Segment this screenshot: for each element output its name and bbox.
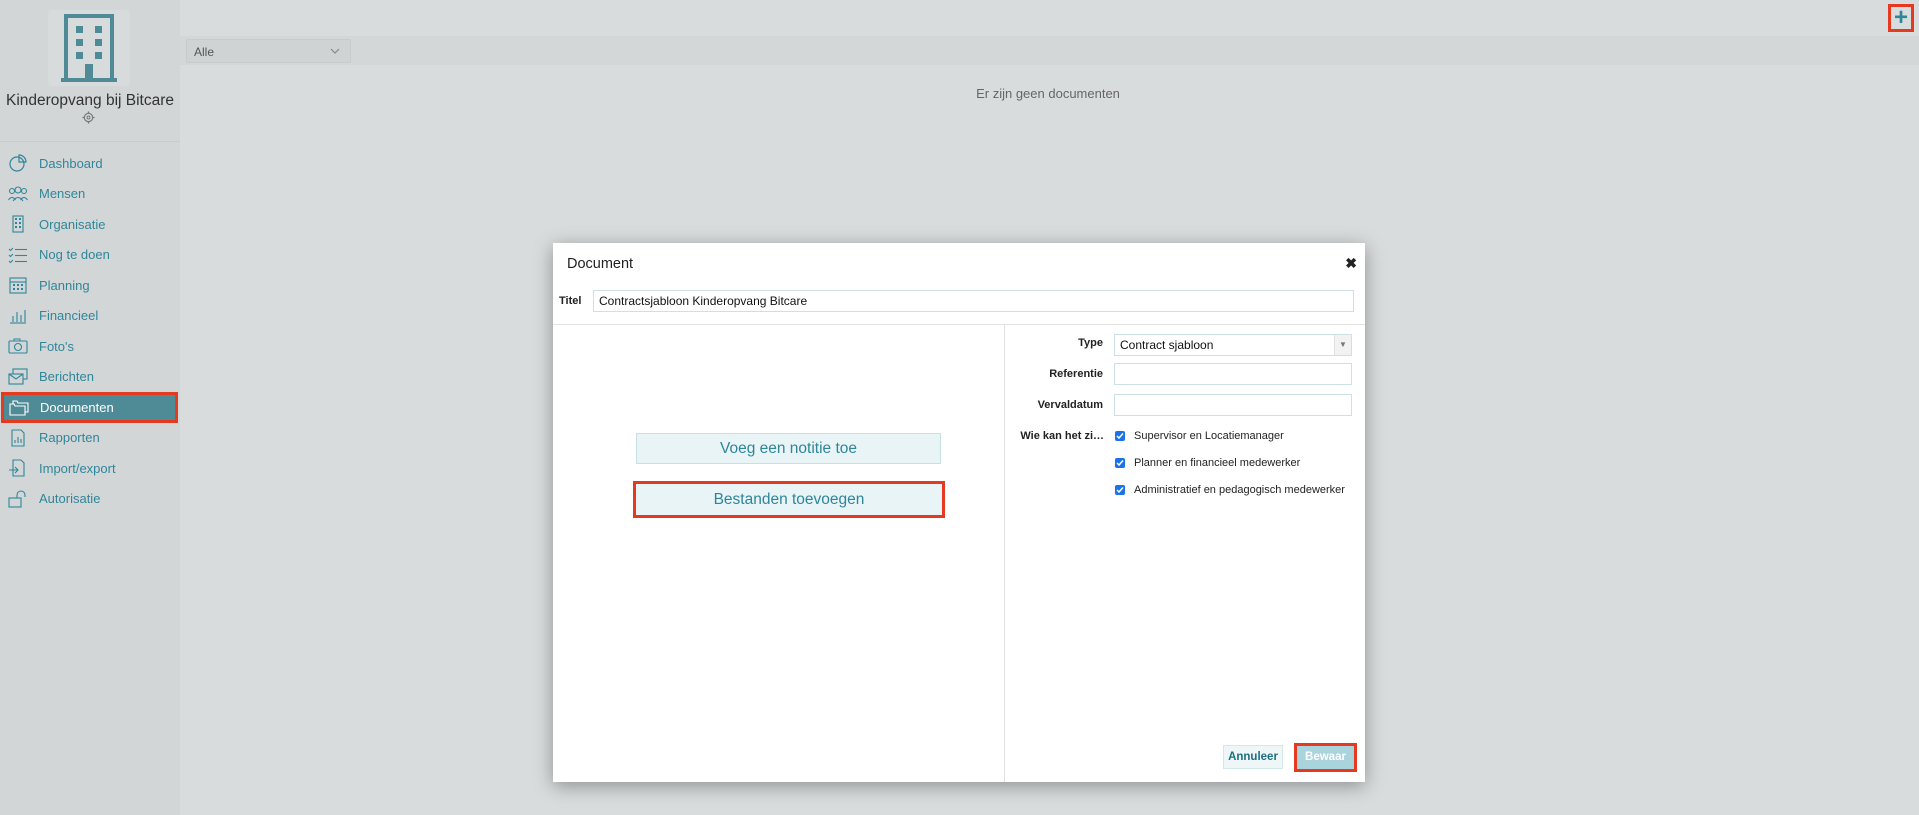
sidebar-item-label: Nog te doen <box>39 247 110 263</box>
visibility-option[interactable]: Planner en financieel medewerker <box>1115 457 1300 469</box>
reference-label: Referentie <box>1049 368 1103 380</box>
add-document-button[interactable]: + <box>1888 4 1914 32</box>
checklist-icon <box>8 247 27 263</box>
type-label: Type <box>1078 337 1103 349</box>
filter-selected-value: Alle <box>194 45 215 59</box>
sidebar-item-label: Berichten <box>39 369 94 385</box>
calendar-icon <box>9 277 27 294</box>
sidebar-item-autorisatie[interactable]: Autorisatie <box>0 484 180 515</box>
type-selected-value: Contract sjabloon <box>1120 338 1214 352</box>
visibility-option[interactable]: Supervisor en Locatiemanager <box>1115 430 1284 442</box>
unlock-icon <box>8 489 26 508</box>
title-input[interactable] <box>593 290 1354 312</box>
document-dialog: Document ✖ Titel Voeg een notitie toe Be… <box>553 243 1365 782</box>
sidebar-item-organisatie[interactable]: Organisatie <box>0 209 180 240</box>
chart-pie-icon <box>9 154 27 172</box>
dropdown-arrow-icon: ▼ <box>1334 335 1351 355</box>
report-icon <box>11 428 25 447</box>
dialog-divider <box>553 324 1365 325</box>
sidebar-item-label: Mensen <box>39 186 86 202</box>
import-export-icon <box>9 459 25 477</box>
bar-chart-icon <box>10 309 26 324</box>
empty-state-message: Er zijn geen documenten <box>976 86 1120 101</box>
checkbox-checked-icon[interactable] <box>1115 485 1125 495</box>
visibility-option-label: Administratief en pedagogisch medewerker <box>1134 484 1345 496</box>
building-logo-icon <box>61 14 117 82</box>
type-select[interactable]: Contract sjabloon ▼ <box>1114 334 1352 356</box>
gear-icon[interactable] <box>82 111 95 124</box>
sidebar-item-label: Rapporten <box>39 430 100 446</box>
sidebar-item-financieel[interactable]: Financieel <box>0 301 180 332</box>
sidebar-item-label: Dashboard <box>39 155 103 171</box>
visibility-option-label: Planner en financieel medewerker <box>1134 457 1301 469</box>
expiry-label: Vervaldatum <box>1037 399 1103 411</box>
sidebar-item-mensen[interactable]: Mensen <box>0 179 180 210</box>
chevron-down-icon <box>330 48 340 54</box>
sidebar-item-nog-te-doen[interactable]: Nog te doen <box>0 240 180 271</box>
filter-bar <box>180 36 1919 65</box>
dialog-title: Document <box>567 256 634 272</box>
filter-select[interactable]: Alle <box>186 39 351 63</box>
sidebar-item-label: Import/export <box>39 460 116 476</box>
visibility-option[interactable]: Administratief en pedagogisch medewerker <box>1115 484 1345 496</box>
camera-icon <box>8 338 28 354</box>
sidebar-item-berichten[interactable]: Berichten <box>0 362 180 393</box>
sidebar: Kinderopvang bij Bitcare Dashboard Mense… <box>0 0 180 815</box>
sidebar-nav: Dashboard Mensen Organisatie Nog te doen… <box>0 148 180 514</box>
save-button[interactable]: Bewaar <box>1294 743 1357 772</box>
sidebar-item-planning[interactable]: Planning <box>0 270 180 301</box>
sidebar-item-label: Planning <box>39 277 90 293</box>
sidebar-item-label: Foto's <box>39 338 74 354</box>
sidebar-divider <box>0 141 180 142</box>
sidebar-item-dashboard[interactable]: Dashboard <box>0 148 180 179</box>
messages-icon <box>8 367 28 385</box>
cancel-button[interactable]: Annuleer <box>1223 745 1283 769</box>
sidebar-item-import-export[interactable]: Import/export <box>0 453 180 484</box>
folders-icon <box>9 400 29 416</box>
sidebar-item-label: Organisatie <box>39 216 106 232</box>
sidebar-item-documenten[interactable]: Documenten <box>1 392 178 423</box>
sidebar-item-label: Financieel <box>39 308 99 324</box>
reference-input[interactable] <box>1114 363 1352 385</box>
dialog-column-divider <box>1004 324 1005 782</box>
visibility-option-label: Supervisor en Locatiemanager <box>1134 430 1284 442</box>
sidebar-item-rapporten[interactable]: Rapporten <box>0 423 180 454</box>
people-icon <box>8 185 28 201</box>
organization-name: Kinderopvang bij Bitcare <box>5 92 175 109</box>
building-icon <box>12 215 24 233</box>
sidebar-item-label: Documenten <box>40 399 114 415</box>
organization-logo <box>48 10 130 86</box>
visibility-label: Wie kan het zi… <box>1020 430 1104 442</box>
checkbox-checked-icon[interactable] <box>1115 431 1125 441</box>
expiry-date-input[interactable] <box>1114 394 1352 416</box>
title-label: Titel <box>559 295 582 307</box>
add-note-button[interactable]: Voeg een notitie toe <box>636 433 941 464</box>
add-files-button[interactable]: Bestanden toevoegen <box>633 481 945 518</box>
sidebar-item-label: Autorisatie <box>39 491 101 507</box>
close-icon[interactable]: ✖ <box>1345 255 1357 272</box>
sidebar-item-fotos[interactable]: Foto's <box>0 331 180 362</box>
checkbox-checked-icon[interactable] <box>1115 458 1125 468</box>
